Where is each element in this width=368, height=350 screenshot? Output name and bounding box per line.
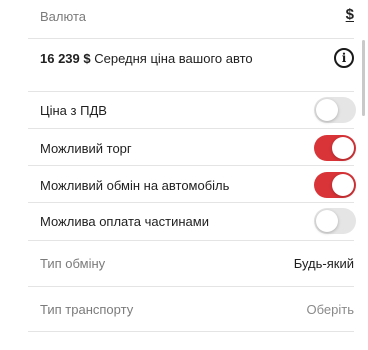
average-price-amount: 16 239 $ [40, 51, 91, 66]
scrollbar[interactable] [362, 40, 365, 116]
divider [28, 38, 354, 39]
currency-value[interactable]: $ [346, 6, 354, 23]
divider [28, 286, 354, 287]
divider [28, 331, 354, 332]
toggle-label-vat: Ціна з ПДВ [40, 103, 107, 118]
toggle-knob [316, 210, 338, 232]
toggle-label-bargain: Можливий торг [40, 141, 132, 156]
toggle-label-exchange: Можливий обмін на автомобіль [40, 178, 230, 193]
divider [28, 240, 354, 241]
average-price-caption: Середня ціна вашого авто [94, 51, 253, 66]
toggle-label-installments: Можлива оплата частинами [40, 214, 209, 229]
currency-label: Валюта [40, 9, 86, 24]
vat-toggle[interactable] [314, 97, 356, 123]
toggle-knob [316, 99, 338, 121]
exchange-type-value[interactable]: Будь-який [294, 256, 354, 271]
toggle-knob [332, 137, 354, 159]
divider [28, 91, 354, 92]
bargain-toggle[interactable] [314, 135, 356, 161]
average-price-text: 16 239 $ Середня ціна вашого авто [40, 51, 253, 66]
transport-type-value[interactable]: Оберіть [307, 302, 355, 317]
toggle-knob [332, 174, 354, 196]
divider [28, 202, 354, 203]
exchange-toggle[interactable] [314, 172, 356, 198]
divider [28, 128, 354, 129]
divider [28, 165, 354, 166]
info-icon[interactable]: i [334, 48, 354, 68]
installments-toggle[interactable] [314, 208, 356, 234]
transport-type-label: Тип транспорту [40, 302, 134, 317]
exchange-type-label: Тип обміну [40, 256, 106, 271]
